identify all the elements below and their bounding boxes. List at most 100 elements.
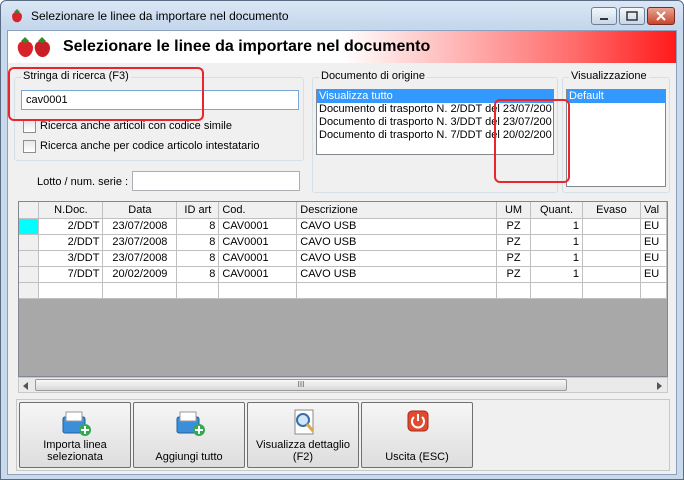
cell-um: PZ [496,234,532,251]
row-selector[interactable] [19,282,40,299]
table-row[interactable]: 2/DDT 23/07/2008 8 CAV0001 CAVO USB PZ 1… [19,234,667,251]
add-all-button[interactable]: Aggiungi tutto [133,402,245,468]
cell-empty [296,282,498,299]
col-quant[interactable]: Quant. [530,202,583,219]
import-line-button[interactable]: Importa linea selezionata [19,402,131,468]
power-icon [407,410,429,432]
date-highlight [494,99,570,183]
row-selector[interactable] [19,250,40,267]
cell-cod: CAV0001 [218,234,298,251]
col-ndoc[interactable]: N.Doc. [38,202,104,219]
cell-quant: 1 [530,250,583,267]
cell-um: PZ [496,218,532,235]
cell-quant: 1 [530,266,583,283]
view-listbox[interactable]: Default [566,89,666,187]
cell-descrizione: CAVO USB [296,250,498,267]
exit-button[interactable]: Uscita (ESC) [361,402,473,468]
col-data[interactable]: Data [102,202,178,219]
row-selector[interactable] [19,266,40,283]
row-selector[interactable] [19,218,40,235]
cell-val: EU [640,266,667,283]
cell-empty [176,282,220,299]
cell-descrizione: CAVO USB [296,218,498,235]
table-row[interactable]: 2/DDT 23/07/2008 8 CAV0001 CAVO USB PZ 1… [19,218,667,235]
similar-code-checkbox[interactable] [23,120,36,133]
header-banner: Selezionare le linee da importare nel do… [8,31,676,63]
cell-empty [102,282,178,299]
dialog-body: Selezionare le linee da importare nel do… [7,30,677,475]
add-all-icon [176,411,205,436]
cell-empty [640,282,667,299]
cell-um: PZ [496,250,532,267]
minimize-button[interactable] [591,7,617,25]
col-val[interactable]: Val [640,202,667,219]
origin-label: Documento di origine [319,70,427,82]
col-idart[interactable]: ID art [176,202,220,219]
view-label: Visualizzazione [569,70,649,82]
minimize-icon [600,18,608,20]
cell-empty [530,282,583,299]
cell-empty [496,282,532,299]
strawberries-icon [17,37,50,57]
holder-code-label: Ricerca anche per codice articolo intest… [40,140,260,152]
cell-quant: 1 [530,234,583,251]
grid-header-row: N.Doc. Data ID art Cod. Descrizione UM Q… [19,202,667,219]
holder-code-checkbox[interactable] [23,140,36,153]
cell-data: 23/07/2008 [102,250,178,267]
window-title: Selezionare le linee da importare nel do… [31,9,289,23]
close-window-button[interactable] [647,7,675,25]
row-selector[interactable] [19,234,40,251]
col-descrizione[interactable]: Descrizione [296,202,498,219]
cell-val: EU [640,234,667,251]
import-line-label: Importa linea selezionata [43,439,107,463]
view-detail-button[interactable]: Visualizza dettaglio (F2) [247,402,359,468]
cell-empty [38,282,104,299]
page-title: Selezionare le linee da importare nel do… [63,38,431,55]
view-detail-label: Visualizza dettaglio (F2) [256,439,350,463]
title-bar: Selezionare le linee da importare nel do… [1,1,683,29]
cell-empty [582,282,641,299]
table-row[interactable]: 7/DDT 20/02/2009 8 CAV0001 CAVO USB PZ 1… [19,266,667,283]
cell-ndoc: 2/DDT [38,218,104,235]
strawberry-icon [12,9,22,23]
cell-um: PZ [496,266,532,283]
horizontal-scrollbar[interactable]: III [18,377,668,393]
maximize-button[interactable] [619,7,645,25]
cell-data: 20/02/2009 [102,266,178,283]
close-icon [656,11,666,21]
table-row-empty[interactable] [19,282,667,299]
cell-quant: 1 [530,218,583,235]
cell-evaso [582,234,641,251]
maximize-icon [626,11,638,21]
cell-evaso [582,250,641,267]
cell-ndoc: 7/DDT [38,266,104,283]
cell-cod: CAV0001 [218,218,298,235]
lot-input[interactable] [132,171,300,191]
import-doc-icon [62,411,91,436]
cell-evaso [582,218,641,235]
cell-descrizione: CAVO USB [296,266,498,283]
scroll-thumb[interactable]: III [35,379,567,391]
col-cod[interactable]: Cod. [218,202,298,219]
view-item-default[interactable]: Default [567,90,665,103]
table-row[interactable]: 3/DDT 23/07/2008 8 CAV0001 CAVO USB PZ 1… [19,250,667,267]
cell-evaso [582,266,641,283]
col-evaso[interactable]: Evaso [582,202,641,219]
scroll-left-icon[interactable] [21,381,31,391]
row-header-corner [19,202,40,219]
magnifier-doc-icon [294,409,315,435]
cell-val: EU [640,218,667,235]
cell-data: 23/07/2008 [102,234,178,251]
cell-data: 23/07/2008 [102,218,178,235]
cell-cod: CAV0001 [218,250,298,267]
exit-label: Uscita (ESC) [385,451,449,463]
scroll-right-icon[interactable] [654,381,664,391]
col-um[interactable]: UM [496,202,532,219]
cell-empty [218,282,298,299]
cell-idart: 8 [176,250,220,267]
add-all-label: Aggiungi tutto [155,451,223,463]
cell-descrizione: CAVO USB [296,234,498,251]
cell-idart: 8 [176,266,220,283]
lines-grid[interactable]: N.Doc. Data ID art Cod. Descrizione UM Q… [18,201,668,377]
cell-idart: 8 [176,218,220,235]
